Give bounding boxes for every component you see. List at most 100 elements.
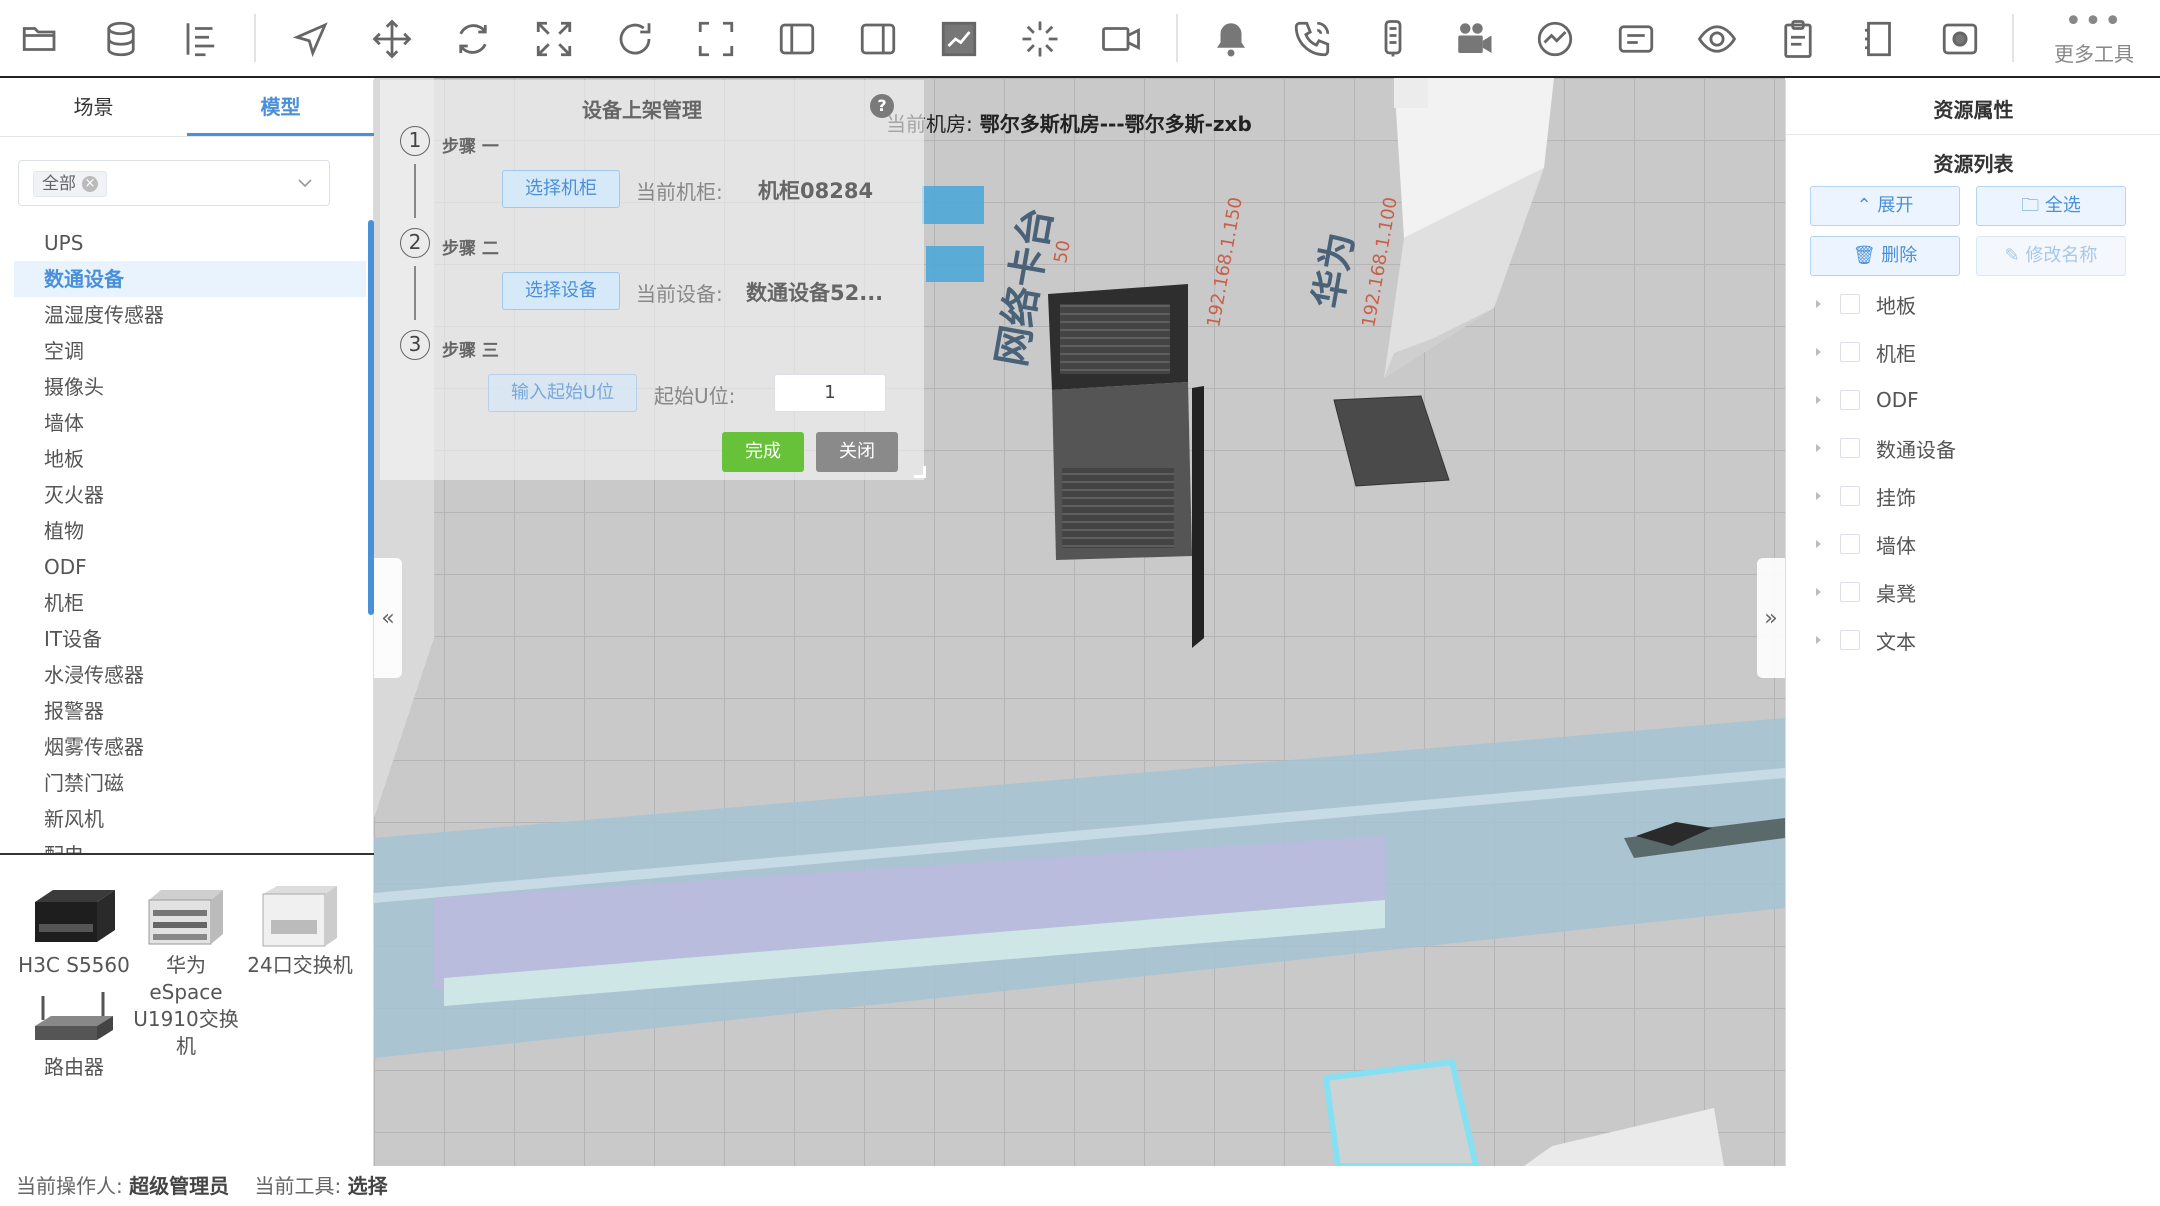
caret-right-icon[interactable] (1810, 392, 1826, 408)
select-all-button[interactable]: 🗀 全选 (1976, 186, 2126, 226)
category-item[interactable]: 温湿度传感器 (14, 297, 366, 333)
tree-node[interactable]: 地板 (1810, 280, 2140, 328)
resize-handle[interactable] (914, 466, 926, 478)
tree-node[interactable]: 挂饰 (1810, 472, 2140, 520)
category-item[interactable]: 水浸传感器 (14, 657, 366, 693)
scene-cabinet (1322, 1058, 1480, 1166)
document-icon[interactable] (1854, 14, 1904, 64)
tree-checkbox[interactable] (1840, 342, 1860, 362)
tab-model[interactable]: 模型 (187, 80, 374, 136)
move-icon[interactable] (367, 14, 417, 64)
category-item[interactable]: 地板 (14, 441, 366, 477)
input-start-u-button[interactable]: 输入起始U位 (488, 374, 638, 412)
category-filter-select[interactable]: 全部 × (18, 160, 330, 206)
category-item[interactable]: 空调 (14, 333, 366, 369)
category-item[interactable]: ODF (14, 549, 366, 585)
model-card[interactable]: 24口交换机 (244, 880, 356, 979)
model-card[interactable]: H3C S5560 交换机 (18, 880, 130, 979)
resource-properties-title: 资源属性 (1933, 98, 2014, 122)
select-cabinet-button[interactable]: 选择机柜 (502, 170, 620, 208)
select-device-button[interactable]: 选择设备 (502, 272, 620, 310)
database-icon[interactable] (96, 14, 146, 64)
category-item[interactable]: 门禁门磁 (14, 765, 366, 801)
expand-button[interactable]: ⌃ 展开 (1810, 186, 1960, 226)
caret-right-icon[interactable] (1810, 296, 1826, 312)
particle-icon[interactable] (1015, 14, 1065, 64)
category-item[interactable]: 新风机 (14, 801, 366, 837)
category-item[interactable]: 报警器 (14, 693, 366, 729)
hierarchy-icon[interactable] (177, 14, 227, 64)
caret-right-icon[interactable] (1810, 536, 1826, 552)
right-panel-icon[interactable] (853, 14, 903, 64)
start-u-input[interactable]: 1 (774, 374, 886, 412)
fullscreen-icon[interactable] (691, 14, 741, 64)
tree-node[interactable]: ODF (1810, 376, 2140, 424)
tree-checkbox[interactable] (1840, 438, 1860, 458)
more-dots-icon: ••• (2064, 4, 2124, 39)
caret-right-icon[interactable] (1810, 632, 1826, 648)
more-tools-button[interactable]: ••• 更多工具 (2048, 6, 2140, 74)
model-thumbnails: H3C S5560 交换机 华为 eSpace U1910交换 机 24口交换机 (0, 870, 374, 1170)
scale-icon[interactable] (529, 14, 579, 64)
collapse-right-panel-button[interactable]: » (1757, 558, 1785, 678)
category-item[interactable]: 植物 (14, 513, 366, 549)
chart-icon[interactable] (934, 14, 984, 64)
left-panel-icon[interactable] (772, 14, 822, 64)
collapse-left-panel-button[interactable]: « (374, 558, 402, 678)
open-folder-icon[interactable] (15, 14, 65, 64)
eye-icon[interactable] (1692, 14, 1742, 64)
model-card[interactable]: 路由器 (18, 982, 130, 1081)
tree-node[interactable]: 文本 (1810, 616, 2140, 664)
select-all-label: 全选 (2044, 195, 2081, 216)
room-label-value: 鄂尔多斯机房---鄂尔多斯-zxb (979, 112, 1252, 136)
scene-viewport[interactable]: 网络卡台 华为 192.168.1.150 192.168.1.100 50 当… (374, 78, 1785, 1166)
category-item[interactable]: 机柜 (14, 585, 366, 621)
tree-checkbox[interactable] (1840, 390, 1860, 410)
rotate-icon[interactable] (448, 14, 498, 64)
tab-scene[interactable]: 场景 (0, 80, 187, 136)
movie-camera-icon[interactable] (1449, 14, 1499, 64)
phone-icon[interactable] (1287, 14, 1337, 64)
tree-checkbox[interactable] (1840, 534, 1860, 554)
caret-right-icon[interactable] (1810, 584, 1826, 600)
caret-right-icon[interactable] (1810, 344, 1826, 360)
bell-icon[interactable] (1206, 14, 1256, 64)
record-icon[interactable] (1935, 14, 1985, 64)
tree-node[interactable]: 数通设备 (1810, 424, 2140, 472)
tree-node-label: 数通设备 (1876, 437, 1956, 462)
navigate-icon[interactable] (286, 14, 336, 64)
trash-icon: 🗑 (1852, 245, 1876, 266)
model-card[interactable]: 华为 eSpace U1910交换 机 (130, 880, 242, 1060)
rack-vent (1062, 468, 1174, 548)
start-u-label: 起始U位: (654, 384, 736, 408)
card-icon[interactable] (1611, 14, 1661, 64)
rename-button[interactable]: ✎ 修改名称 (1976, 236, 2126, 276)
delete-button[interactable]: 🗑 删除 (1810, 236, 1960, 276)
tree-checkbox[interactable] (1840, 582, 1860, 602)
tree-checkbox[interactable] (1840, 486, 1860, 506)
refresh-icon[interactable] (610, 14, 660, 64)
category-item[interactable]: 墙体 (14, 405, 366, 441)
gauge-icon[interactable] (1530, 14, 1580, 64)
tree-node[interactable]: 机柜 (1810, 328, 2140, 376)
done-button[interactable]: 完成 (722, 432, 804, 472)
sensor-icon[interactable] (1368, 14, 1418, 64)
tree-node[interactable]: 桌凳 (1810, 568, 2140, 616)
tag-close-icon[interactable]: × (82, 176, 98, 192)
clipboard-icon[interactable] (1773, 14, 1823, 64)
help-icon[interactable]: ? (870, 94, 894, 118)
tree-checkbox[interactable] (1840, 294, 1860, 314)
tree-checkbox[interactable] (1840, 630, 1860, 650)
camera-video-icon[interactable] (1096, 14, 1146, 64)
category-item[interactable]: IT设备 (14, 621, 366, 657)
category-item[interactable]: 数通设备 (14, 261, 366, 297)
category-item[interactable]: 摄像头 (14, 369, 366, 405)
category-item[interactable]: 烟雾传感器 (14, 729, 366, 765)
caret-right-icon[interactable] (1810, 440, 1826, 456)
category-item[interactable]: 配电 (14, 837, 366, 853)
close-button[interactable]: 关闭 (816, 432, 898, 472)
caret-right-icon[interactable] (1810, 488, 1826, 504)
category-item[interactable]: 灭火器 (14, 477, 366, 513)
tree-node[interactable]: 墙体 (1810, 520, 2140, 568)
category-item[interactable]: UPS (14, 225, 366, 261)
